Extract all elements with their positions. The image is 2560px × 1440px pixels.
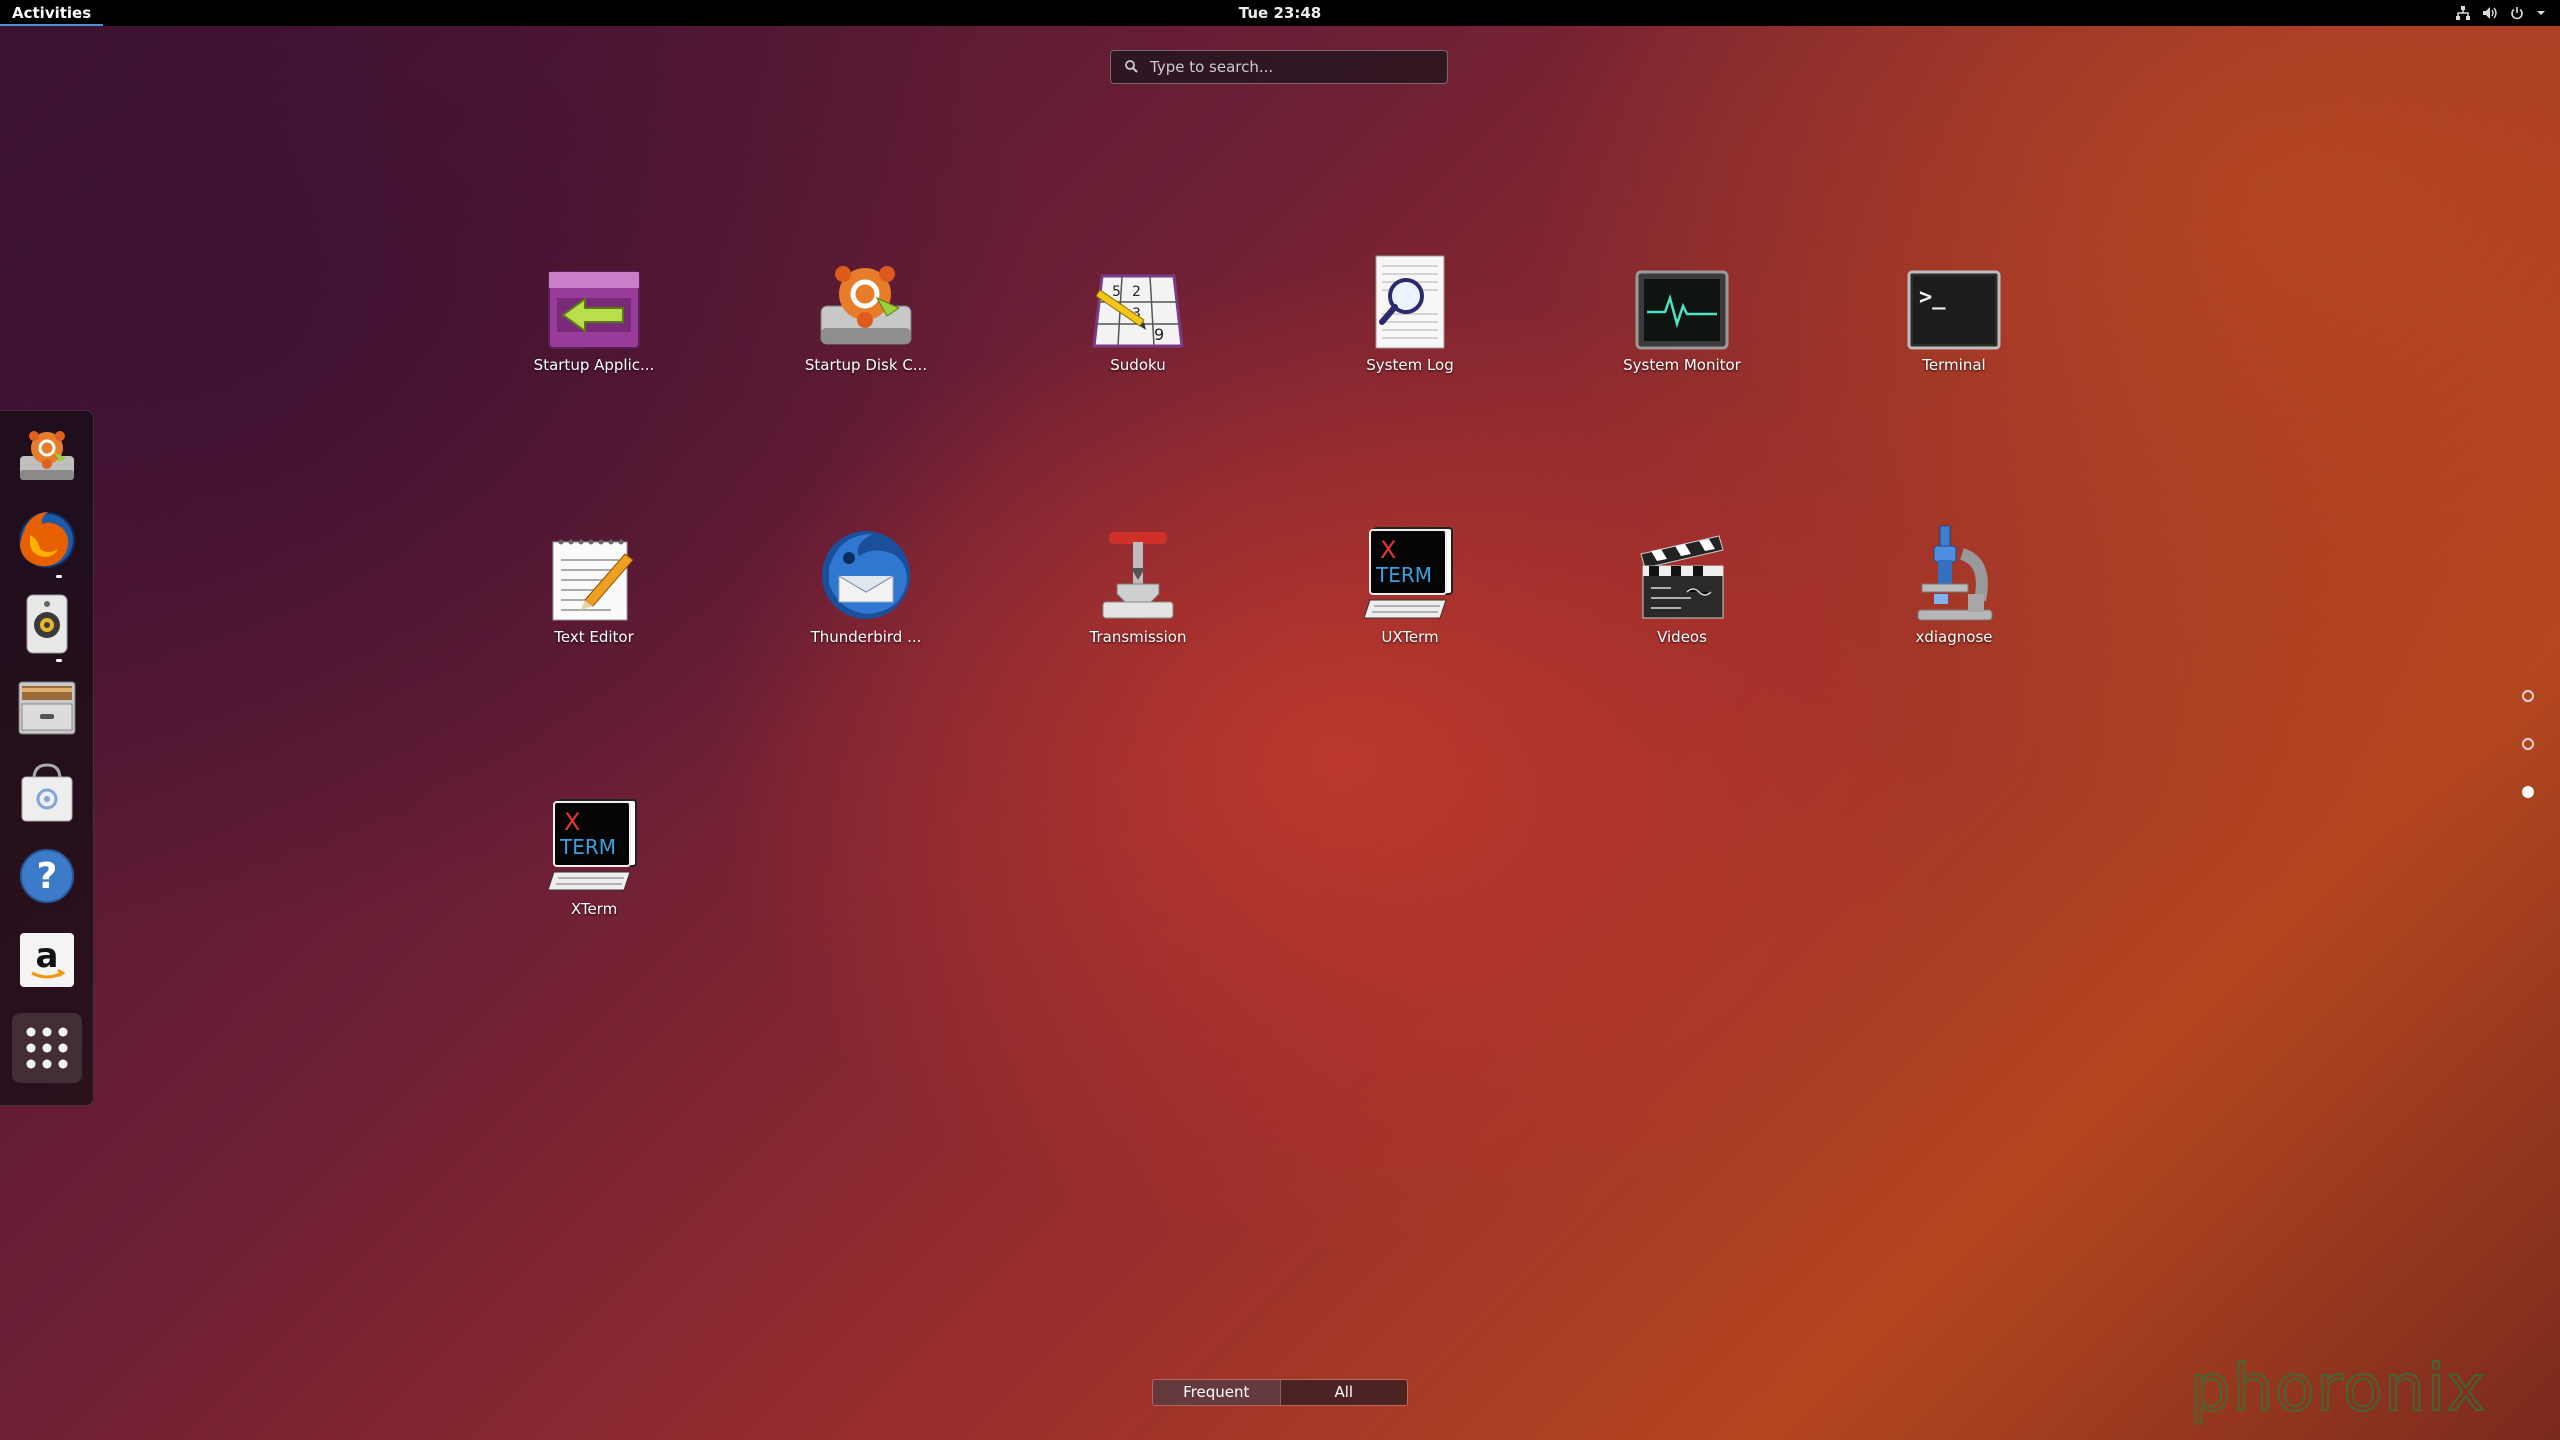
svg-text:TERM: TERM (559, 835, 616, 859)
dock-item-startup-disk-creator[interactable] (12, 421, 82, 491)
page-indicator-3-active[interactable] (2522, 786, 2534, 798)
app-label: Startup Disk C... (804, 356, 928, 374)
svg-text:?: ? (37, 856, 58, 897)
clock[interactable]: Tue 23:48 (1239, 0, 1321, 26)
app-label: xdiagnose (1915, 628, 1993, 646)
dock-item-software-center[interactable] (12, 757, 82, 827)
running-indicator (56, 659, 62, 662)
app-startup-applications[interactable]: Startup Applic... (494, 250, 694, 390)
chevron-down-icon[interactable] (2536, 9, 2546, 17)
terminal-icon: >_ (1907, 270, 2001, 350)
dock-item-files[interactable] (12, 673, 82, 743)
startup-disk-icon (20, 431, 74, 480)
app-label: Transmission (1089, 628, 1187, 646)
system-log-icon (1375, 255, 1445, 349)
firefox-icon (19, 512, 75, 568)
dash-dock: ? a (0, 410, 94, 1106)
app-view-switch: Frequent All (1152, 1379, 1408, 1406)
app-terminal[interactable]: >_ Terminal (1854, 250, 2054, 390)
svg-text:5: 5 (1112, 284, 1121, 300)
search-box[interactable] (1110, 50, 1448, 84)
dock-item-rhythmbox[interactable] (12, 589, 82, 662)
svg-text:9: 9 (1154, 325, 1164, 344)
dock-item-help[interactable]: ? (12, 841, 82, 911)
startup-applications-icon (548, 271, 640, 349)
app-system-monitor[interactable]: System Monitor (1582, 250, 1782, 390)
app-text-editor[interactable]: Text Editor (494, 522, 694, 662)
grid-icon (26, 1027, 68, 1069)
app-transmission[interactable]: Transmission (1038, 522, 1238, 662)
power-icon[interactable] (2510, 6, 2524, 20)
running-indicator (56, 575, 62, 578)
activities-button[interactable]: Activities (0, 0, 103, 26)
text-editor-icon (552, 539, 634, 621)
app-uxterm[interactable]: X TERM UXTerm (1310, 522, 1510, 662)
file-cabinet-icon (18, 681, 76, 735)
app-thunderbird[interactable]: Thunderbird ... (766, 522, 966, 662)
dock-item-amazon[interactable]: a (12, 925, 82, 995)
app-label: Startup Applic... (533, 356, 655, 374)
xterm-icon: X TERM (548, 799, 637, 891)
svg-text:a: a (36, 936, 59, 976)
app-label: XTerm (570, 900, 618, 918)
app-label: System Monitor (1623, 356, 1741, 374)
amazon-icon: a (20, 933, 74, 987)
thunderbird-icon (822, 531, 910, 619)
volume-icon[interactable] (2482, 6, 2498, 20)
speaker-icon (26, 594, 68, 654)
app-label: Videos (1657, 628, 1707, 646)
app-label: Sudoku (1110, 356, 1166, 374)
show-applications-button[interactable] (12, 1013, 82, 1083)
app-videos[interactable]: Videos (1582, 522, 1782, 662)
shopping-bag-icon (21, 763, 73, 822)
app-label: UXTerm (1381, 628, 1439, 646)
app-label: Text Editor (554, 628, 634, 646)
page-indicator-1[interactable] (2522, 690, 2534, 702)
phoronix-watermark: phoronix (2189, 1351, 2487, 1427)
dock-item-firefox[interactable] (12, 505, 82, 578)
app-startup-disk-creator[interactable]: Startup Disk C... (766, 250, 966, 390)
uxterm-icon: X TERM (1364, 527, 1453, 619)
network-icon[interactable] (2456, 6, 2470, 20)
app-xterm[interactable]: X TERM XTerm (494, 794, 694, 934)
svg-text:2: 2 (1132, 284, 1141, 300)
system-tray[interactable] (2456, 0, 2546, 26)
clapperboard-icon (1640, 535, 1724, 619)
app-label: Thunderbird ... (810, 628, 922, 646)
all-button[interactable]: All (1280, 1380, 1407, 1405)
search-input[interactable] (1150, 58, 1420, 76)
app-label: System Log (1366, 356, 1454, 374)
svg-text:>_: >_ (1919, 285, 1946, 310)
top-bar: Activities Tue 23:48 (0, 0, 2560, 26)
svg-text:X: X (564, 808, 580, 836)
system-monitor-icon (1635, 270, 1729, 350)
app-system-log[interactable]: System Log (1310, 250, 1510, 390)
svg-text:X: X (1380, 536, 1396, 564)
sudoku-icon: 5 2 3 9 (1092, 274, 1184, 348)
frequent-button[interactable]: Frequent (1153, 1380, 1281, 1405)
transmission-icon (1102, 532, 1174, 619)
app-label: Terminal (1922, 356, 1986, 374)
app-xdiagnose[interactable]: xdiagnose (1854, 522, 2054, 662)
app-sudoku[interactable]: 5 2 3 9 Sudoku (1038, 250, 1238, 390)
startup-disk-icon (820, 266, 912, 345)
page-indicator-2[interactable] (2522, 738, 2534, 750)
help-icon: ? (20, 849, 74, 903)
search-icon (1125, 58, 1138, 77)
microscope-icon (1917, 525, 1993, 621)
svg-text:TERM: TERM (1375, 563, 1432, 587)
